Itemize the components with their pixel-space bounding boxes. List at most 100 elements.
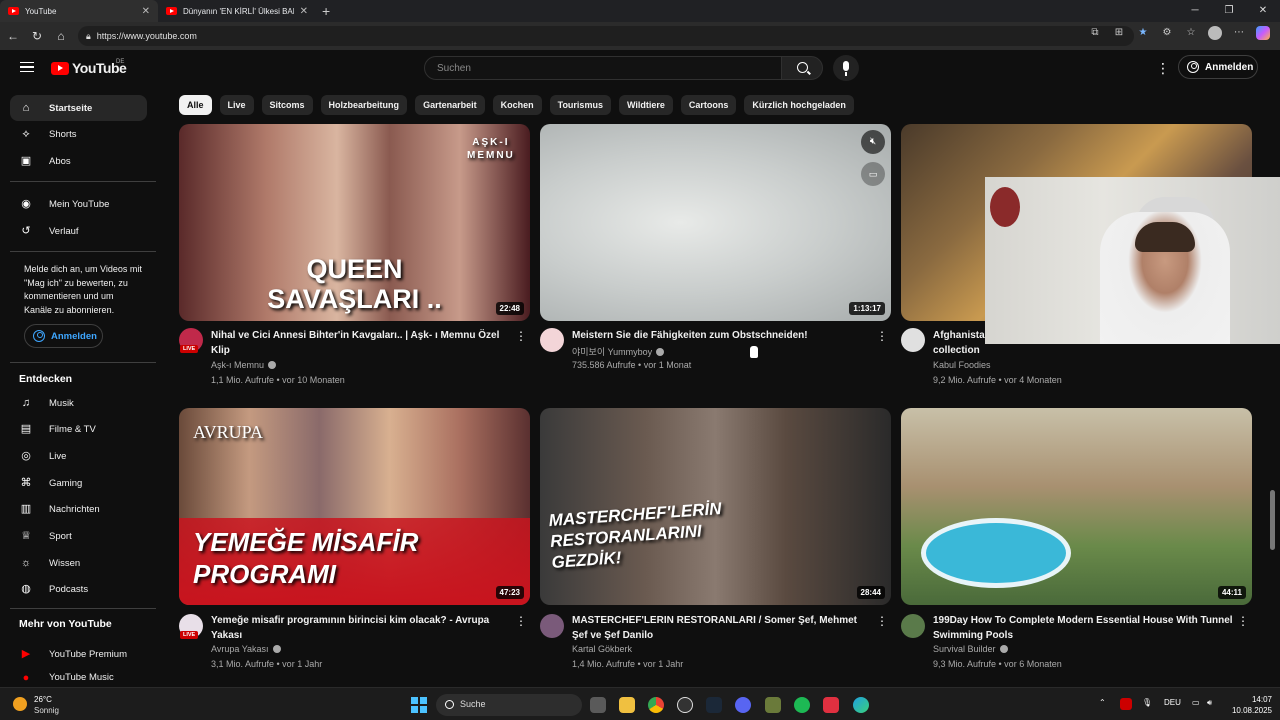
channel-name[interactable]: Avrupa Yakası bbox=[211, 644, 281, 654]
start-button[interactable] bbox=[411, 697, 427, 713]
search-input[interactable]: Suchen bbox=[424, 56, 782, 80]
apps-icon[interactable]: ⊞ bbox=[1112, 26, 1126, 40]
github-icon[interactable] bbox=[677, 697, 693, 713]
edge-icon[interactable] bbox=[853, 697, 869, 713]
channel-avatar[interactable] bbox=[901, 328, 925, 352]
minimize-icon[interactable]: ─ bbox=[1178, 0, 1212, 22]
sidebar-item-subscriptions[interactable]: ▣ Abos bbox=[10, 148, 147, 174]
chip-all[interactable]: Alle bbox=[179, 95, 212, 115]
sidebar-item-sport[interactable]: ♕ Sport bbox=[10, 523, 147, 549]
favorites-icon[interactable]: ☆ bbox=[1184, 26, 1198, 40]
home-icon[interactable]: ⌂ bbox=[54, 29, 68, 43]
menu-icon[interactable] bbox=[20, 62, 34, 72]
sidebar-item-shorts[interactable]: ⟡ Shorts bbox=[10, 121, 147, 147]
video-menu-icon[interactable]: ⋮ bbox=[1237, 614, 1249, 628]
volume-icon[interactable]: 🔊︎ bbox=[1207, 698, 1212, 708]
new-tab-button[interactable]: + bbox=[322, 3, 330, 19]
mic-tray-icon[interactable]: 🎙︎ bbox=[1142, 698, 1152, 707]
video-thumbnail[interactable]: AVRUPA YEMEĞE MİSAFİR PROGRAMI 47:23 bbox=[179, 408, 530, 605]
channel-name[interactable]: Survival Builder bbox=[933, 644, 1008, 654]
sidebar-item-live[interactable]: ◎ Live bbox=[10, 443, 147, 469]
url-field[interactable]: 🔒︎ https://www.youtube.com bbox=[78, 26, 1134, 46]
channel-avatar[interactable] bbox=[540, 328, 564, 352]
mute-icon[interactable]: 🔇︎ bbox=[861, 130, 885, 154]
tab-video[interactable]: Dünyanın 'EN KİRLİ' Ülkesi BANG... ✕ bbox=[158, 0, 316, 22]
channel-name[interactable]: Kabul Foodies bbox=[933, 360, 991, 370]
file-explorer-icon[interactable] bbox=[619, 697, 635, 713]
chip-recent[interactable]: Kürzlich hochgeladen bbox=[744, 95, 854, 115]
sidebar-item-premium[interactable]: ▶ YouTube Premium bbox=[10, 641, 147, 667]
back-icon[interactable]: ← bbox=[6, 29, 20, 43]
clock[interactable]: 14:07 10.08.2025 bbox=[1228, 694, 1272, 716]
chrome-icon[interactable] bbox=[648, 697, 664, 713]
video-title[interactable]: MASTERCHEF'LERIN RESTORANLARI / Somer Şe… bbox=[572, 613, 872, 643]
video-title[interactable]: Nihal ve Cici Annesi Bihter'in Kavgaları… bbox=[211, 328, 511, 358]
steam-icon[interactable] bbox=[706, 697, 722, 713]
video-title[interactable]: 199Day How To Complete Modern Essential … bbox=[933, 613, 1233, 643]
sidebar-signin-button[interactable]: Anmelden bbox=[24, 324, 103, 348]
channel-avatar[interactable] bbox=[901, 614, 925, 638]
video-thumbnail[interactable]: AŞK-I MEMNU QUEEN SAVAŞLARI .. 22:48 bbox=[179, 124, 530, 321]
discord-icon[interactable] bbox=[735, 697, 751, 713]
search-button[interactable] bbox=[781, 56, 823, 80]
chip-cooking[interactable]: Kochen bbox=[492, 95, 542, 115]
sidebar-item-learning[interactable]: ☼ Wissen bbox=[10, 550, 147, 576]
reload-icon[interactable]: ↻ bbox=[30, 29, 44, 43]
video-thumbnail[interactable]: 🔇︎ ▭ 1:13:17 bbox=[540, 124, 891, 321]
video-title[interactable]: Meistern Sie die Fähigkeiten zum Obstsch… bbox=[572, 328, 872, 343]
profile-avatar[interactable] bbox=[1208, 26, 1222, 40]
video-menu-icon[interactable]: ⋮ bbox=[515, 614, 527, 628]
scrollbar[interactable] bbox=[1270, 490, 1275, 550]
extensions-icon[interactable]: ⚙ bbox=[1160, 26, 1174, 40]
translate-icon[interactable]: ⧉ bbox=[1088, 26, 1102, 40]
channel-avatar[interactable]: LIVE bbox=[179, 614, 203, 639]
tray-app-icon[interactable] bbox=[1120, 698, 1132, 710]
close-icon[interactable]: ✕ bbox=[300, 6, 308, 17]
mic-icon[interactable] bbox=[833, 55, 859, 81]
spotify-icon[interactable] bbox=[794, 697, 810, 713]
close-icon[interactable]: ✕ bbox=[142, 6, 150, 17]
channel-name[interactable]: 야미보이 Yummyboy bbox=[572, 345, 665, 358]
signin-button[interactable]: Anmelden bbox=[1178, 55, 1258, 79]
app-icon[interactable] bbox=[765, 697, 781, 713]
sidebar-item-movies[interactable]: ▤ Filme & TV bbox=[10, 416, 147, 442]
video-menu-icon[interactable]: ⋮ bbox=[876, 329, 888, 343]
language-indicator[interactable]: DEU bbox=[1164, 698, 1181, 707]
sidebar-item-music[interactable]: ♫ Musik bbox=[10, 390, 147, 416]
channel-avatar[interactable]: LIVE bbox=[179, 328, 203, 353]
sidebar-item-history[interactable]: ↺ Verlauf bbox=[10, 218, 147, 244]
video-menu-icon[interactable]: ⋮ bbox=[876, 614, 888, 628]
tab-youtube[interactable]: YouTube ✕ bbox=[0, 0, 158, 22]
chip-cartoons[interactable]: Cartoons bbox=[680, 95, 737, 115]
video-thumbnail[interactable]: MASTERCHEF'LERİN RESTORANLARINI GEZDİK! … bbox=[540, 408, 891, 605]
chip-sitcoms[interactable]: Sitcoms bbox=[261, 95, 313, 115]
sidebar-item-home[interactable]: ⌂ Startseite bbox=[10, 95, 147, 121]
more-icon[interactable]: ⋯ bbox=[1232, 26, 1246, 40]
close-window-icon[interactable]: ✕ bbox=[1246, 0, 1280, 22]
app-icon[interactable] bbox=[823, 697, 839, 713]
tray-chevron-icon[interactable]: ⌃ bbox=[1099, 698, 1106, 707]
favorite-star-icon[interactable]: ★ bbox=[1136, 26, 1150, 40]
sidebar-item-music-app[interactable]: ● YouTube Music bbox=[10, 668, 147, 687]
weather-sun-icon[interactable] bbox=[13, 697, 27, 711]
taskbar-search[interactable]: Suche bbox=[436, 694, 582, 716]
sidebar-item-news[interactable]: ▥ Nachrichten bbox=[10, 496, 147, 522]
video-title[interactable]: Yemeğe misafir programının birincisi kim… bbox=[211, 613, 511, 643]
chip-woodworking[interactable]: Holzbearbeitung bbox=[320, 95, 408, 115]
channel-name[interactable]: Kartal Gökberk bbox=[572, 644, 632, 654]
network-icon[interactable]: ▭ bbox=[1192, 698, 1200, 707]
sidebar-item-you[interactable]: ◉ Mein YouTube bbox=[10, 191, 147, 217]
channel-avatar[interactable] bbox=[540, 614, 564, 638]
sidebar-item-gaming[interactable]: ⌘ Gaming bbox=[10, 470, 147, 496]
copilot-icon[interactable] bbox=[1256, 26, 1270, 40]
chip-live[interactable]: Live bbox=[219, 95, 254, 115]
sidebar-item-podcasts[interactable]: ◍ Podcasts bbox=[10, 576, 147, 602]
video-menu-icon[interactable]: ⋮ bbox=[515, 329, 527, 343]
captions-icon[interactable]: ▭ bbox=[861, 162, 885, 186]
chip-tourism[interactable]: Tourismus bbox=[549, 95, 611, 115]
task-view-icon[interactable] bbox=[590, 697, 606, 713]
maximize-icon[interactable]: ❐ bbox=[1212, 0, 1246, 22]
channel-name[interactable]: Aşk-ı Memnu bbox=[211, 360, 277, 370]
chip-gardening[interactable]: Gartenarbeit bbox=[415, 95, 485, 115]
video-thumbnail[interactable]: 44:11 bbox=[901, 408, 1252, 605]
